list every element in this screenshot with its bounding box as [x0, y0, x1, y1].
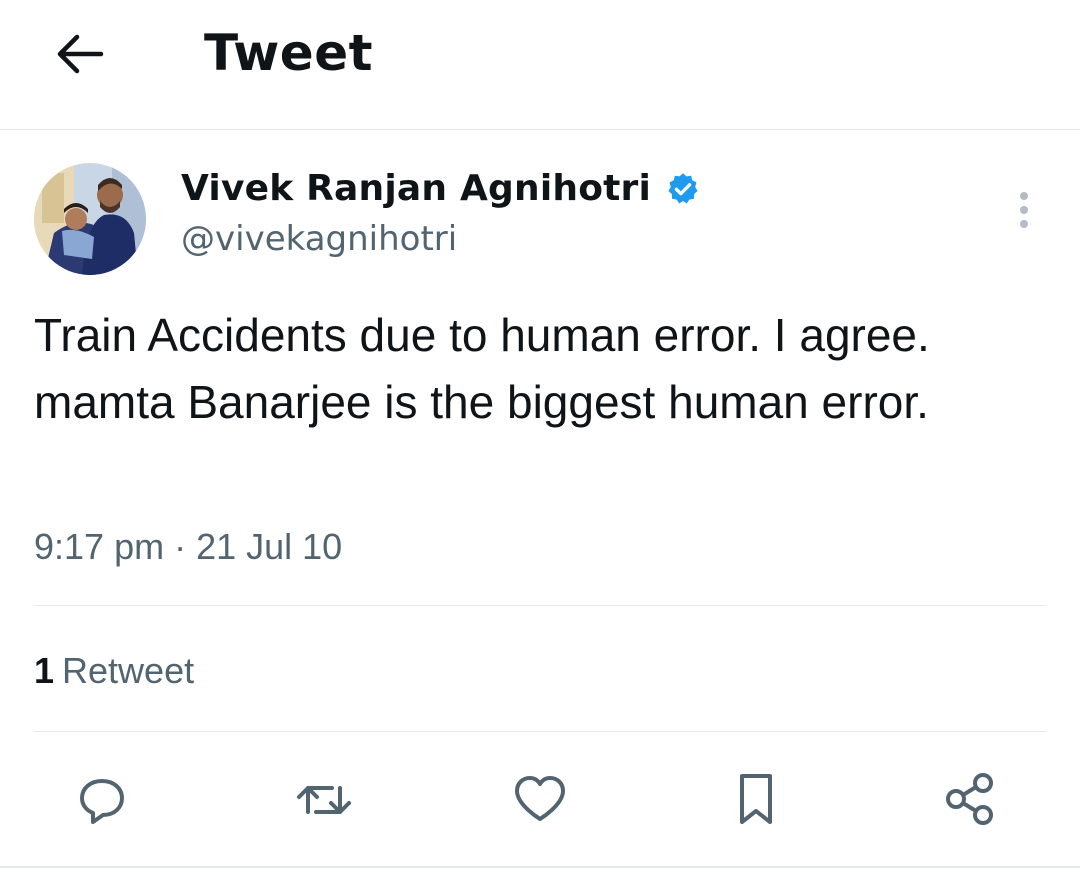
verified-badge-icon — [668, 172, 698, 204]
more-options-button[interactable] — [1008, 188, 1040, 232]
header-divider — [0, 129, 1080, 130]
reply-button[interactable] — [72, 770, 132, 830]
arrow-left-icon — [57, 34, 104, 74]
back-button[interactable] — [52, 28, 108, 80]
stats-divider — [34, 731, 1046, 732]
bookmark-button[interactable] — [726, 770, 786, 830]
tweet-timestamp[interactable]: 9:17 pm · 21 Jul 10 — [34, 526, 342, 568]
author-name[interactable]: Vivek Ranjan Agnihotri — [181, 168, 651, 209]
retweet-button[interactable] — [294, 770, 354, 830]
author-handle[interactable]: @vivekagnihotri — [181, 219, 701, 259]
share-icon — [946, 773, 993, 825]
bottom-divider — [0, 866, 1080, 868]
bookmark-icon — [740, 774, 772, 824]
tweet-text: Train Accidents due to human error. I ag… — [34, 309, 930, 428]
avatar[interactable] — [34, 163, 146, 275]
meta-divider — [34, 605, 1046, 606]
reply-icon — [80, 779, 124, 824]
more-dot-icon — [1020, 192, 1028, 200]
author-block[interactable]: Vivek Ranjan Agnihotri @vivekagnihotri — [181, 168, 701, 259]
more-dot-icon — [1020, 206, 1028, 214]
share-button[interactable] — [940, 770, 1000, 830]
like-button[interactable] — [510, 770, 570, 830]
like-icon — [515, 776, 565, 821]
retweet-icon — [297, 786, 351, 814]
retweet-stats[interactable]: 1 Retweet — [34, 650, 194, 692]
retweet-label: Retweet — [62, 650, 195, 691]
more-dot-icon — [1020, 220, 1028, 228]
retweet-count: 1 — [34, 650, 55, 691]
page-title: Tweet — [204, 24, 374, 82]
top-app-bar: Tweet — [0, 0, 1080, 130]
